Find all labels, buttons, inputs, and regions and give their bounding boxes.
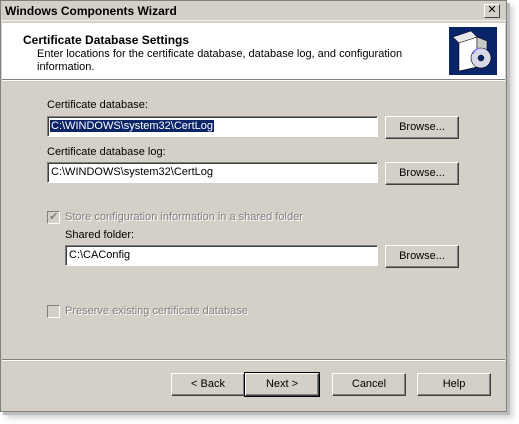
shared-folder-label: Shared folder: <box>65 229 135 241</box>
footer-separator <box>2 359 505 361</box>
preserve-db-label: Preserve existing certificate database <box>65 305 248 317</box>
shared-folder-checkbox-label: Store configuration information in a sha… <box>65 211 303 223</box>
shared-folder-browse-button[interactable]: Browse... <box>385 245 459 268</box>
shared-folder-input[interactable]: C:\CAConfig <box>65 245 378 266</box>
cert-db-browse-button[interactable]: Browse... <box>385 116 459 139</box>
page-title: Certificate Database Settings <box>23 33 190 47</box>
cert-db-log-browse-button[interactable]: Browse... <box>385 162 459 185</box>
wizard-package-icon <box>449 27 497 75</box>
wizard-window: Windows Components Wizard ✕ Certificate … <box>0 0 507 412</box>
cancel-button[interactable]: Cancel <box>332 373 406 396</box>
cert-db-input[interactable]: C:\WINDOWS\system32\CertLog <box>47 116 378 137</box>
shared-folder-checkbox[interactable]: ✔ <box>47 211 60 224</box>
page-description: Enter locations for the certificate data… <box>37 48 403 73</box>
close-button[interactable]: ✕ <box>484 4 500 18</box>
window-title: Windows Components Wizard <box>5 4 177 18</box>
preserve-db-checkbox[interactable] <box>47 305 60 318</box>
cert-db-log-label: Certificate database log: <box>47 146 166 158</box>
title-bar: Windows Components Wizard ✕ <box>1 1 506 21</box>
wizard-header: Certificate Database Settings Enter loca… <box>2 23 505 80</box>
back-button[interactable]: < Back <box>171 373 245 396</box>
help-button[interactable]: Help <box>417 373 491 396</box>
cert-db-log-input[interactable]: C:\WINDOWS\system32\CertLog <box>47 162 378 183</box>
cert-db-label: Certificate database: <box>47 99 148 111</box>
checkmark-icon: ✔ <box>49 211 59 223</box>
next-button[interactable]: Next > <box>244 372 320 397</box>
